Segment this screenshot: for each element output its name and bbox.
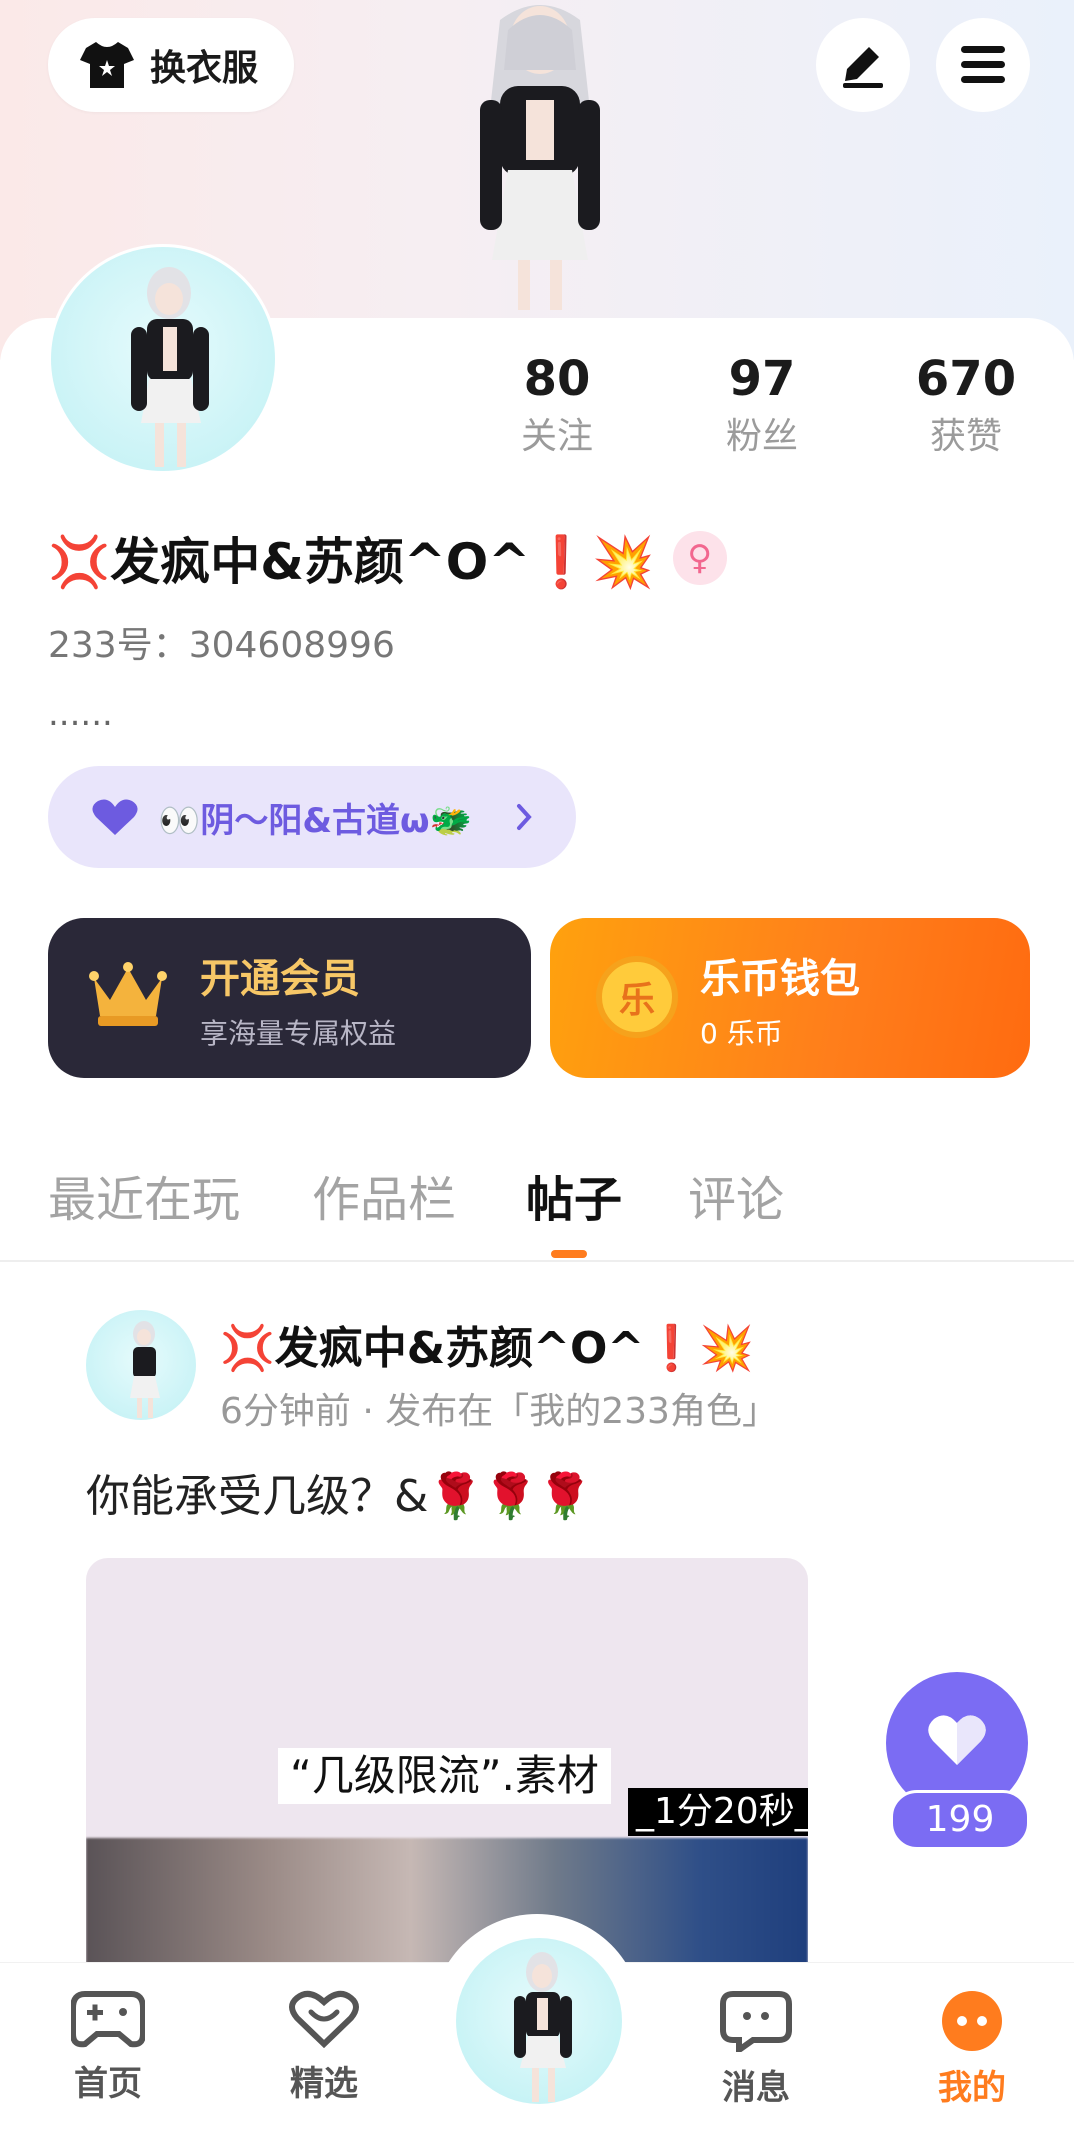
nav-avatar-button[interactable]	[456, 1938, 622, 2104]
user-id: 233号：304608996	[48, 625, 395, 666]
menu-button[interactable]	[936, 18, 1030, 112]
vip-subtitle: 享海量专属权益	[200, 1017, 397, 1050]
wardrobe-label: 换衣服	[150, 48, 259, 89]
following-label: 关注	[520, 416, 593, 457]
active-tab-indicator	[551, 1250, 587, 1258]
nav-me[interactable]: 我的	[912, 1990, 1032, 2109]
video-caption: “几级限流”.素材	[278, 1748, 611, 1804]
tag-text: 👀阴～阳&古道ω🐲	[158, 800, 472, 841]
relationship-tag[interactable]: 👀阴～阳&古道ω🐲	[48, 766, 576, 868]
tab-recently-played[interactable]: 最近在玩	[48, 1160, 240, 1230]
post-author-avatar[interactable]	[86, 1310, 196, 1420]
post-author-name[interactable]: 💢发疯中&苏颜^O^❗💥	[220, 1312, 754, 1376]
following-count: 80	[523, 351, 591, 407]
followers-label: 粉丝	[725, 416, 798, 457]
purple-heart-icon	[90, 797, 140, 837]
video-duration: _1分20秒_	[628, 1788, 808, 1836]
profile-tabs: 最近在玩 作品栏 帖子 评论	[0, 1150, 1074, 1260]
gender-symbol: ♀	[687, 538, 713, 578]
likes-received-count: 670	[915, 351, 1017, 407]
followers-stat[interactable]: 97 粉丝	[692, 345, 832, 461]
like-count: 199	[890, 1790, 1030, 1850]
wallet-title: 乐币钱包	[700, 956, 860, 1002]
likes-stat[interactable]: 670 获赞	[896, 345, 1036, 461]
tab-works[interactable]: 作品栏	[312, 1160, 456, 1230]
coin-icon: 乐	[596, 956, 678, 1038]
nav-messages-label: 消息	[722, 2068, 790, 2108]
following-stat[interactable]: 80 关注	[487, 345, 627, 461]
chevron-right-icon	[516, 803, 532, 831]
profile-icon	[939, 1990, 1005, 2052]
avatar-character	[131, 267, 209, 467]
profile-avatar[interactable]	[48, 244, 278, 474]
edit-button[interactable]	[816, 18, 910, 112]
nav-home[interactable]: 首页	[48, 1990, 168, 2105]
profile-bio: ......	[48, 694, 113, 734]
wallet-balance: 0 乐币	[700, 1017, 783, 1050]
chat-icon	[719, 1990, 793, 2052]
coin-char: 乐	[618, 980, 655, 1021]
tab-comments[interactable]: 评论	[688, 1160, 784, 1230]
character-figure	[480, 5, 600, 310]
gamepad-icon	[71, 1990, 145, 2048]
post-meta: 6分钟前 · 发布在「我的233角色」	[220, 1391, 778, 1432]
tab-posts[interactable]: 帖子	[526, 1160, 622, 1230]
pencil-icon	[839, 41, 887, 89]
vip-title: 开通会员	[200, 956, 360, 1002]
wallet-card[interactable]: 乐 乐币钱包 0 乐币	[550, 918, 1030, 1078]
profile-name-row: 💢发疯中&苏颜^O^❗💥 ♀	[48, 522, 727, 594]
heart-outline-icon	[287, 1990, 361, 2048]
wardrobe-button[interactable]: 换衣服	[48, 18, 294, 112]
hamburger-icon	[959, 44, 1007, 86]
nav-me-label: 我的	[938, 2068, 1006, 2108]
heart-icon	[926, 1713, 988, 1767]
female-icon: ♀	[672, 531, 727, 585]
post-avatar-character	[130, 1321, 160, 1418]
nav-messages[interactable]: 消息	[696, 1990, 816, 2109]
crown-icon	[88, 960, 168, 1030]
post-video[interactable]: “几级限流”.素材 _1分20秒_	[86, 1558, 808, 1978]
video-thumbnail	[86, 1838, 808, 1978]
nav-featured-label: 精选	[290, 2064, 358, 2104]
vip-card[interactable]: 开通会员 享海量专属权益	[48, 918, 531, 1078]
post-text[interactable]: 你能承受几级？&🌹🌹🌹	[86, 1460, 593, 1524]
profile-name: 💢发疯中&苏颜^O^❗💥	[48, 533, 655, 591]
nav-home-label: 首页	[74, 2064, 142, 2104]
nav-avatar-character	[514, 1952, 572, 2102]
tshirt-icon	[78, 40, 136, 90]
followers-count: 97	[728, 351, 796, 407]
nav-featured[interactable]: 精选	[264, 1990, 384, 2105]
likes-received-label: 获赞	[929, 416, 1002, 457]
tabs-divider	[0, 1260, 1074, 1262]
